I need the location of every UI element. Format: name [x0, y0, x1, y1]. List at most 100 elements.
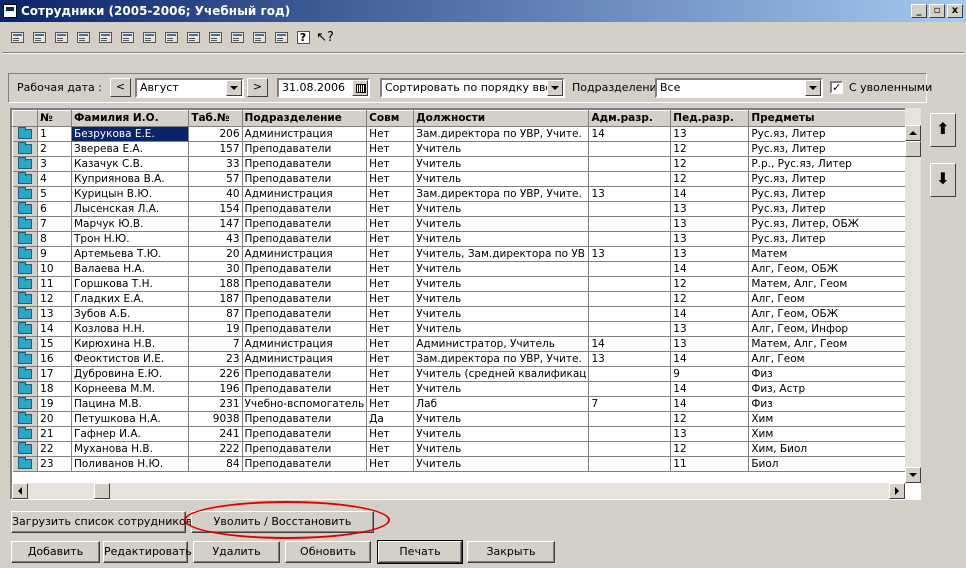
cell-combined[interactable]: Нет — [366, 201, 415, 217]
cell-subjects[interactable]: Алг, Геом — [748, 291, 919, 307]
cell-row-num[interactable]: 11 — [37, 276, 72, 292]
cell-tab-number[interactable]: 20 — [188, 246, 243, 262]
cell-adm-rank[interactable]: 14 — [588, 336, 672, 352]
row-indicator[interactable] — [12, 336, 39, 352]
cell-employee-name[interactable]: Куприянова В.А. — [71, 171, 190, 187]
cell-adm-rank[interactable] — [588, 381, 672, 397]
cell-ped-rank[interactable]: 13 — [670, 246, 750, 262]
move-down-button[interactable]: ⬇ — [930, 163, 956, 197]
table-row[interactable]: 22 Муханова Н.В. 222 Преподаватели Нет Учител… — [12, 441, 919, 457]
cell-combined[interactable]: Нет — [366, 156, 415, 172]
cell-tab-number[interactable]: 87 — [188, 306, 243, 322]
cell-ped-rank[interactable]: 12 — [670, 411, 750, 427]
cell-tab-number[interactable]: 147 — [188, 216, 243, 232]
row-indicator[interactable] — [12, 291, 39, 307]
fired-checkbox[interactable]: ✓ — [830, 81, 843, 94]
cell-ped-rank[interactable]: 14 — [670, 306, 750, 322]
cell-ped-rank[interactable]: 13 — [670, 126, 750, 142]
minimize-button[interactable]: _ — [911, 4, 927, 18]
cell-combined[interactable]: Нет — [366, 336, 415, 352]
cell-employee-name[interactable]: Муханова Н.В. — [71, 441, 190, 457]
cell-positions[interactable]: Учитель — [413, 261, 590, 277]
cell-employee-name[interactable]: Феоктистов И.Е. — [71, 351, 190, 367]
row-indicator[interactable] — [12, 381, 39, 397]
row-indicator[interactable] — [12, 186, 39, 202]
cell-combined[interactable]: Нет — [366, 396, 415, 412]
table-row[interactable]: 6 Лысенская Л.А. 154 Преподаватели Нет Учител… — [12, 201, 919, 217]
cell-combined[interactable]: Нет — [366, 321, 415, 337]
cell-employee-name[interactable]: Поливанов Н.Ю. — [71, 456, 190, 472]
cell-positions[interactable]: Учитель — [413, 171, 590, 187]
row-indicator[interactable] — [12, 351, 39, 367]
scroll-down-button[interactable] — [905, 467, 921, 483]
cell-ped-rank[interactable]: 9 — [670, 366, 750, 382]
cell-ped-rank[interactable]: 14 — [670, 261, 750, 277]
add-button[interactable]: Добавить — [11, 541, 100, 563]
table-row[interactable]: 5 Курицын В.Ю. 40 Администрация Нет Зам.дирек… — [12, 186, 919, 202]
cell-ped-rank[interactable]: 14 — [670, 186, 750, 202]
col-header-positions[interactable]: Должности — [413, 110, 590, 127]
table-row[interactable]: 13 Зубов А.Б. 87 Преподаватели Нет Учитель 14 А… — [12, 306, 919, 322]
cell-employee-name[interactable]: Кирюхина Н.В. — [71, 336, 190, 352]
table-row[interactable]: 7 Марчук Ю.В. 147 Преподаватели Нет Учитель 13… — [12, 216, 919, 232]
cell-positions[interactable]: Учитель — [413, 231, 590, 247]
wrench-icon[interactable] — [228, 28, 246, 46]
cell-positions[interactable]: Учитель — [413, 426, 590, 442]
cell-subjects[interactable]: Рус.яз, Литер — [748, 201, 919, 217]
cell-combined[interactable]: Нет — [366, 381, 415, 397]
cell-tab-number[interactable]: 43 — [188, 231, 243, 247]
cell-ped-rank[interactable]: 14 — [670, 351, 750, 367]
cell-division[interactable]: Преподаватели — [242, 321, 368, 337]
date-field[interactable]: 31.08.2006 — [277, 78, 370, 98]
cell-employee-name[interactable]: Корнеева М.М. — [71, 381, 190, 397]
table-row[interactable]: 4 Куприянова В.А. 57 Преподаватели Нет Учител… — [12, 171, 919, 187]
row-indicator[interactable] — [12, 366, 39, 382]
cell-positions[interactable]: Учитель (средней квалификац — [413, 366, 590, 382]
cell-subjects[interactable]: Р.р., Рус.яз, Литер — [748, 156, 919, 172]
table-row[interactable]: 16 Феоктистов И.Е. 23 Администрация Нет Зам.д… — [12, 351, 919, 367]
close-window-button[interactable]: x — [947, 4, 963, 18]
cell-ped-rank[interactable]: 12 — [670, 171, 750, 187]
col-header-combined[interactable]: Совм — [366, 110, 415, 127]
row-indicator[interactable] — [12, 216, 39, 232]
cell-adm-rank[interactable] — [588, 366, 672, 382]
help-icon[interactable]: ? — [294, 28, 312, 46]
cell-adm-rank[interactable] — [588, 261, 672, 277]
cell-positions[interactable]: Учитель — [413, 156, 590, 172]
cell-positions[interactable]: Учитель — [413, 306, 590, 322]
cell-positions[interactable]: Учитель — [413, 201, 590, 217]
cell-adm-rank[interactable]: 7 — [588, 396, 672, 412]
find-icon[interactable] — [52, 28, 70, 46]
print-button[interactable]: Печать — [377, 540, 463, 564]
table-row[interactable]: 14 Козлова Н.Н. 19 Преподаватели Нет Учитель 1… — [12, 321, 919, 337]
cell-adm-rank[interactable] — [588, 156, 672, 172]
row-indicator[interactable] — [12, 411, 39, 427]
cell-subjects[interactable]: Биол — [748, 456, 919, 472]
table-row[interactable]: 18 Корнеева М.М. 196 Преподаватели Нет Учител… — [12, 381, 919, 397]
cell-employee-name[interactable]: Курицын В.Ю. — [71, 186, 190, 202]
cell-combined[interactable]: Нет — [366, 351, 415, 367]
cell-ped-rank[interactable]: 11 — [670, 456, 750, 472]
cell-adm-rank[interactable] — [588, 306, 672, 322]
cell-positions[interactable]: Учитель, Зам.директора по УВ — [413, 246, 590, 262]
load-employees-button[interactable]: Загрузить список сотрудников — [11, 511, 192, 533]
cell-combined[interactable]: Нет — [366, 276, 415, 292]
row-indicator[interactable] — [12, 276, 39, 292]
cell-division[interactable]: Преподаватели — [242, 141, 368, 157]
cell-employee-name[interactable]: Валаева Н.А. — [71, 261, 190, 277]
cell-adm-rank[interactable] — [588, 141, 672, 157]
cell-tab-number[interactable]: 154 — [188, 201, 243, 217]
cell-subjects[interactable]: Алг, Геом, ОБЖ — [748, 261, 919, 277]
cell-subjects[interactable]: Матем, Алг, Геом — [748, 336, 919, 352]
copy-icon[interactable] — [184, 28, 202, 46]
cell-employee-name[interactable]: Трон Н.Ю. — [71, 231, 190, 247]
cell-ped-rank[interactable]: 13 — [670, 321, 750, 337]
cell-row-num[interactable]: 12 — [37, 291, 72, 307]
cell-positions[interactable]: Учитель — [413, 141, 590, 157]
cell-subjects[interactable]: Рус.яз, Литер — [748, 126, 919, 142]
cell-division[interactable]: Администрация — [242, 126, 368, 142]
cell-ped-rank[interactable]: 12 — [670, 156, 750, 172]
cell-employee-name[interactable]: Дубровина Е.Ю. — [71, 366, 190, 382]
cell-division[interactable]: Преподаватели — [242, 306, 368, 322]
monitor-icon[interactable] — [272, 28, 290, 46]
